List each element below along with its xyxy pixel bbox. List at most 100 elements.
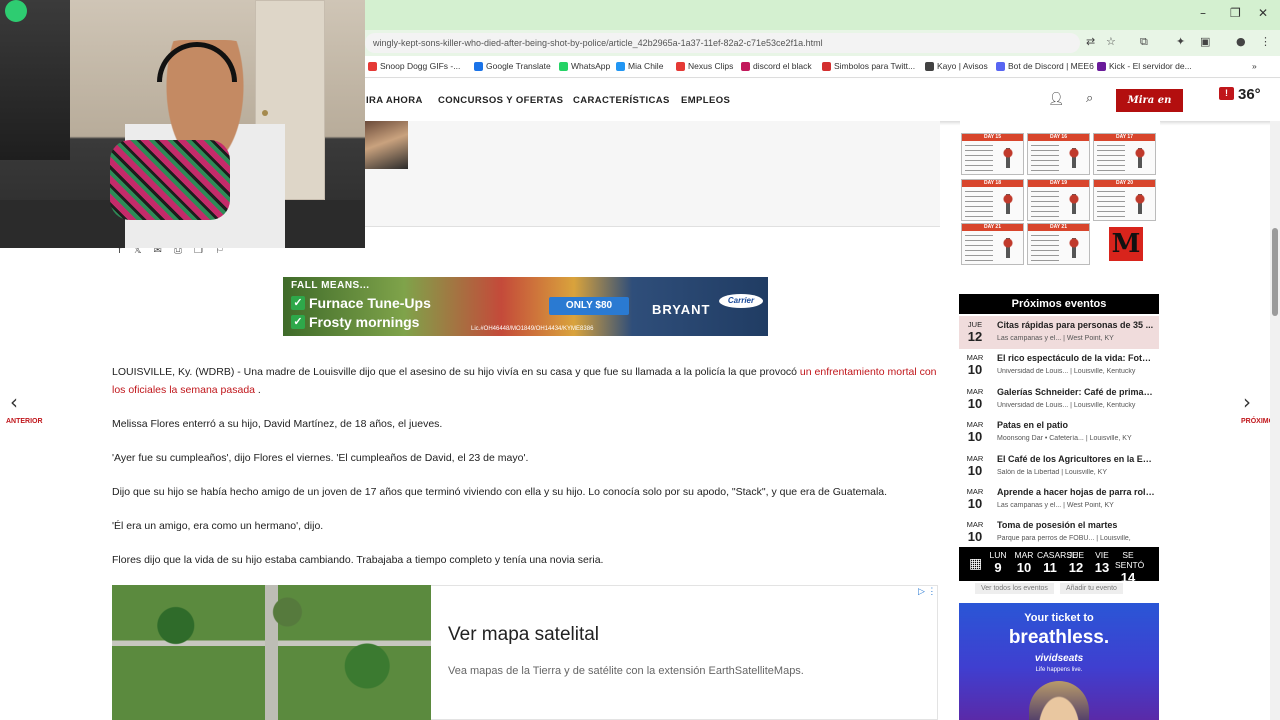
nav-item-contests[interactable]: CONCURSOS Y OFERTAS bbox=[438, 95, 563, 106]
week-day-button[interactable]: MAR 10 bbox=[1011, 550, 1037, 575]
bookmark-star-icon[interactable]: ☆ bbox=[1106, 35, 1116, 48]
week-day-button[interactable]: SE SENTÓ 14 bbox=[1115, 550, 1144, 585]
event-location: Moonsong Dar • Cafetería... | Louisville… bbox=[997, 435, 1132, 442]
search-icon[interactable]: ⌕ bbox=[1086, 91, 1093, 106]
event-item[interactable]: MAR 10 Galerías Schneider: Café de primav.… bbox=[959, 383, 1159, 416]
bookmark-item[interactable]: Snoop Dogg GIFs -... bbox=[368, 61, 460, 71]
adchoices-icon[interactable]: ▷ ⋮ bbox=[918, 586, 936, 597]
vividseats-ad[interactable]: Your ticket to breathless. vividseats Li… bbox=[959, 603, 1159, 720]
bookmark-label: Bot de Discord | MEE6 bbox=[1008, 61, 1094, 71]
minimize-icon[interactable]: – bbox=[1200, 6, 1206, 20]
event-item[interactable]: MAR 10 Toma de posesión el martes Parque pa… bbox=[959, 516, 1159, 549]
week-selector: ▦ LUN 9 MAR 10 CASARSE 11 JUE 12 VIE 13 SE SENTÓ 14 bbox=[959, 547, 1159, 585]
event-day: 10 bbox=[967, 429, 983, 444]
weather-alert-icon[interactable]: ! bbox=[1219, 87, 1234, 100]
prev-article-chevron-icon[interactable]: ‹ bbox=[10, 390, 18, 414]
ad-line-2: ✓ Frosty mornings bbox=[291, 314, 419, 330]
performer-image bbox=[1029, 681, 1089, 720]
furnace-ad-banner[interactable]: FALL MEANS... ✓ Furnace Tune-Ups ✓ Frosty … bbox=[283, 277, 768, 336]
bookmark-item[interactable]: Nexus Clips bbox=[676, 61, 733, 71]
workout-day-list bbox=[1097, 145, 1125, 171]
event-day: 10 bbox=[967, 496, 983, 511]
week-day-button[interactable]: LUN 9 bbox=[985, 550, 1011, 575]
bookmark-favicon-icon bbox=[616, 61, 625, 71]
ad-offer-button[interactable]: ONLY $80 bbox=[549, 297, 629, 315]
user-account-icon[interactable]: 👤︎ bbox=[1048, 92, 1065, 107]
nav-item-features[interactable]: CARACTERÍSTICAS bbox=[573, 95, 670, 106]
brand-m-logo: M bbox=[1109, 227, 1143, 261]
pin-icon[interactable]: ✦ bbox=[1176, 35, 1185, 48]
satellite-map-image[interactable] bbox=[112, 585, 431, 720]
article-paragraph-6: Flores dijo que la vida de su hijo estab… bbox=[112, 554, 604, 566]
profile-avatar-icon[interactable]: ● bbox=[1236, 35, 1246, 48]
workout-day-card: DAY 15 bbox=[961, 133, 1024, 175]
author-photo[interactable] bbox=[365, 121, 408, 169]
event-links: Ver todos los eventos Añadir tu evento bbox=[975, 583, 1123, 594]
page-scrollbar[interactable] bbox=[1270, 121, 1280, 720]
article-paragraph-5: 'Él era un amigo, era como un hermano', … bbox=[112, 520, 324, 532]
bookmark-item[interactable]: Mia Chile bbox=[616, 61, 663, 71]
event-item[interactable]: JUE 12 Citas rápidas para personas de 35 .… bbox=[959, 316, 1159, 349]
week-day-name: CASARSE bbox=[1037, 550, 1078, 560]
event-item[interactable]: MAR 10 Patas en el patio Moonsong Dar • Caf… bbox=[959, 416, 1159, 449]
next-article-chevron-icon[interactable]: › bbox=[1243, 390, 1251, 414]
event-title: Citas rápidas para personas de 35 ... bbox=[997, 320, 1154, 330]
week-day-name: MAR bbox=[1014, 550, 1034, 560]
week-day-button[interactable]: VIE 13 bbox=[1089, 550, 1115, 575]
week-day-number: 12 bbox=[1068, 560, 1084, 575]
paragraph-end: . bbox=[255, 384, 261, 396]
close-icon[interactable]: ✕ bbox=[1258, 6, 1268, 20]
watch-live-button[interactable]: Mira en vivo bbox=[1116, 89, 1183, 129]
bookmark-label: Snoop Dogg GIFs -... bbox=[380, 61, 461, 71]
menu-kebab-icon[interactable]: ⋮ bbox=[1260, 35, 1271, 48]
event-day: 10 bbox=[967, 529, 983, 544]
bookmark-item[interactable]: Simbolos para Twitt... bbox=[822, 61, 915, 71]
checkmark-icon: ✓ bbox=[291, 315, 305, 329]
add-event-link[interactable]: Añadir tu evento bbox=[1059, 583, 1123, 594]
nav-item-jobs[interactable]: EMPLEOS bbox=[681, 95, 730, 106]
bookmark-item[interactable]: Kick - El servidor de... bbox=[1097, 61, 1192, 71]
workout-day-card: DAY 18 bbox=[961, 179, 1024, 221]
address-bar[interactable]: wingly-kept-sons-killer-who-died-after-b… bbox=[365, 33, 1080, 53]
calendar-icon[interactable]: ▦ bbox=[969, 556, 982, 572]
week-day-button[interactable]: JUE 12 bbox=[1063, 550, 1089, 575]
prev-article-label[interactable]: ANTERIOR bbox=[6, 418, 43, 425]
bookmark-item[interactable]: Kayo | Avisos bbox=[925, 61, 988, 71]
workout-day-list bbox=[965, 145, 993, 171]
translate-icon[interactable]: ⇄ bbox=[1086, 35, 1095, 48]
bookmark-favicon-icon bbox=[1097, 61, 1106, 71]
workout-day-list bbox=[1031, 191, 1059, 217]
nav-item-watch-now[interactable]: IRA AHORA bbox=[366, 95, 423, 106]
view-all-events-link[interactable]: Ver todos los eventos bbox=[975, 583, 1054, 594]
article-paragraph-2: Melissa Flores enterró a su hijo, David … bbox=[112, 418, 443, 430]
ad-line-1: ✓ Furnace Tune-Ups bbox=[291, 295, 431, 311]
satellite-ad-title[interactable]: Ver mapa satelital bbox=[448, 624, 599, 646]
week-day-number: 9 bbox=[994, 560, 1002, 575]
event-item[interactable]: MAR 10 El Café de los Agricultores en la E… bbox=[959, 450, 1159, 483]
temperature-readout[interactable]: 36° bbox=[1238, 86, 1261, 103]
event-item[interactable]: MAR 10 Aprende a hacer hojas de parra roll… bbox=[959, 483, 1159, 516]
bookmark-item[interactable]: WhatsApp bbox=[559, 61, 610, 71]
workout-day-label: DAY 19 bbox=[1028, 180, 1089, 187]
bookmark-item[interactable]: discord el black bbox=[741, 61, 812, 71]
event-month: MAR bbox=[966, 420, 984, 429]
satellite-ad-description: Vea mapas de la Tierra y de satélite con… bbox=[448, 665, 804, 677]
exercise-figure-icon bbox=[1131, 148, 1149, 168]
workout-day-list bbox=[1031, 145, 1059, 171]
ticket-ad-line2: breathless. bbox=[1008, 627, 1110, 648]
sidepanel-icon[interactable]: ▣ bbox=[1200, 35, 1210, 48]
bookmark-item[interactable]: Bot de Discord | MEE6 bbox=[996, 61, 1094, 71]
bookmarks-overflow-icon[interactable]: » bbox=[1252, 61, 1257, 71]
bookmark-label: discord el black bbox=[753, 61, 812, 71]
scrollbar-thumb[interactable] bbox=[1272, 228, 1278, 316]
bookmark-favicon-icon bbox=[559, 61, 568, 71]
extensions-icon[interactable]: ⧉ bbox=[1140, 35, 1148, 49]
week-day-button[interactable]: CASARSE 11 bbox=[1037, 550, 1078, 575]
workout-day-list bbox=[965, 235, 993, 261]
event-item[interactable]: MAR 10 El rico espectáculo de la vida: Fot… bbox=[959, 349, 1159, 382]
event-location: Las campanas y el... | West Point, KY bbox=[997, 335, 1114, 342]
bookmark-item[interactable]: Google Translate bbox=[474, 61, 551, 71]
restore-icon[interactable]: ❐ bbox=[1230, 6, 1241, 20]
exercise-figure-icon bbox=[999, 148, 1017, 168]
workout-day-list bbox=[965, 191, 993, 217]
